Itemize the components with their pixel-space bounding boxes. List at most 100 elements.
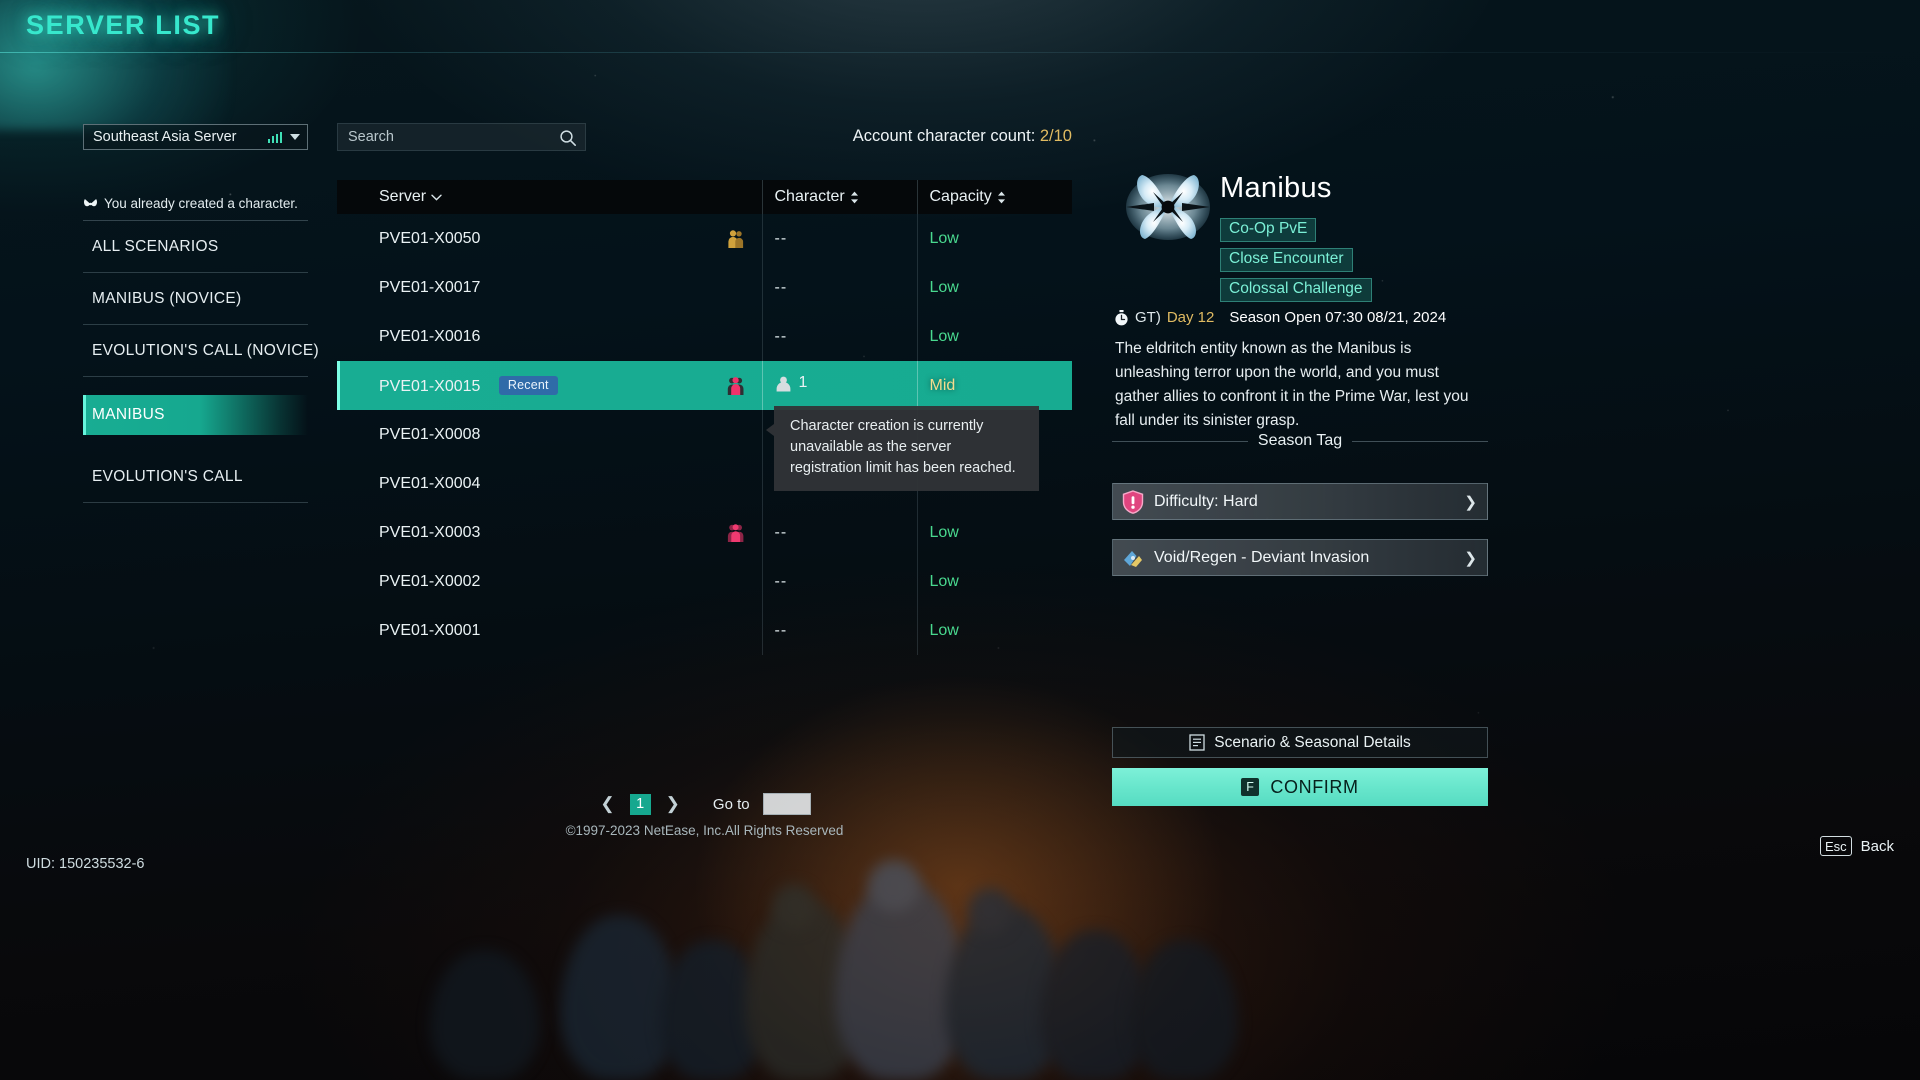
table-row[interactable]: PVE01-X0017 -- Low xyxy=(337,263,1072,312)
cell-character: 1 xyxy=(761,361,917,410)
table-row[interactable]: PVE01-X0002 -- Low xyxy=(337,557,1072,606)
butterfly-icon xyxy=(83,198,98,206)
cell-character: -- xyxy=(761,263,917,312)
sidebar-item-evolutions-call[interactable]: EVOLUTION'S CALL xyxy=(83,451,308,503)
server-name: PVE01-X0001 xyxy=(379,621,481,639)
scenario-tags: Co-Op PvE Close Encounter Colossal Chall… xyxy=(1220,218,1372,302)
server-name: PVE01-X0016 xyxy=(379,327,481,345)
capacity-value: Low xyxy=(929,327,959,345)
search-placeholder: Search xyxy=(348,129,394,145)
column-label: Character xyxy=(774,188,845,205)
void-regen-label: Void/Regen - Deviant Invasion xyxy=(1154,548,1370,566)
capacity-value: Mid xyxy=(929,376,956,394)
goto-input[interactable] xyxy=(762,793,811,815)
search-input[interactable]: Search xyxy=(337,123,586,151)
people-pink-icon xyxy=(727,376,743,395)
pagination: ❮ 1 ❯ Go to xyxy=(337,793,1072,815)
table-row[interactable]: PVE01-X0050 -- Low xyxy=(337,214,1072,263)
sidebar-item-evolutions-call-novice[interactable]: EVOLUTION'S CALL (NOVICE) xyxy=(83,325,319,377)
cell-capacity: Mid xyxy=(916,361,1072,410)
person-icon xyxy=(776,376,790,392)
sort-updown-icon xyxy=(850,191,858,203)
key-f: F xyxy=(1241,778,1260,796)
cell-character: -- xyxy=(761,214,917,263)
season-tag-label: Season Tag xyxy=(1257,432,1343,449)
region-select-label: Southeast Asia Server xyxy=(93,129,237,145)
cell-character: -- xyxy=(761,557,917,606)
difficulty-button[interactable]: Difficulty: Hard ❯ xyxy=(1112,483,1488,520)
character-creation-tooltip: Character creation is currently unavaila… xyxy=(766,406,1039,491)
cell-server: PVE01-X0002 xyxy=(337,557,762,606)
already-created-text: You already created a character. xyxy=(104,196,298,211)
cell-server: PVE01-X0003 xyxy=(337,508,762,557)
sidebar-item-label: MANIBUS xyxy=(92,406,165,423)
server-name: PVE01-X0003 xyxy=(379,523,481,541)
confirm-button[interactable]: F CONFIRM xyxy=(1112,768,1488,806)
season-info: GT) Day 12 Season Open 07:30 08/21, 2024 xyxy=(1114,309,1446,326)
character-value: -- xyxy=(774,523,788,541)
server-table-header: Server Character Capacity xyxy=(337,180,1072,214)
sidebar-item-manibus[interactable]: MANIBUS xyxy=(83,395,308,435)
sidebar-item-label: EVOLUTION'S CALL xyxy=(92,467,243,485)
season-day: Day 12 xyxy=(1166,309,1215,326)
column-header-capacity[interactable]: Capacity xyxy=(916,180,1072,214)
sort-updown-icon xyxy=(997,191,1005,203)
already-created-notice: You already created a character. xyxy=(83,196,308,221)
page-title: SERVER LIST xyxy=(26,10,221,40)
cell-server: PVE01-X0017 xyxy=(337,263,762,312)
cell-capacity: Low xyxy=(916,606,1072,655)
confirm-label: CONFIRM xyxy=(1270,776,1359,797)
cell-server: PVE01-X0016 xyxy=(337,312,762,361)
table-row[interactable]: PVE01-X0016 -- Low xyxy=(337,312,1072,361)
column-label: Server xyxy=(379,188,427,205)
chevron-right-icon[interactable]: ❯ xyxy=(664,794,682,814)
capacity-value: Low xyxy=(929,572,959,590)
recent-badge: Recent xyxy=(498,375,558,395)
signal-bars-icon xyxy=(267,131,282,143)
uid-text: UID: 150235532-6 xyxy=(26,856,145,872)
account-count-label: Account character count: xyxy=(852,127,1040,145)
region-select[interactable]: Southeast Asia Server xyxy=(83,124,308,150)
table-row[interactable]: PVE01-X0003 -- Low xyxy=(337,508,1072,557)
column-header-character[interactable]: Character xyxy=(761,180,917,214)
character-value: -- xyxy=(774,621,788,639)
campfire-crowd-backdrop xyxy=(0,720,1920,1080)
page-number[interactable]: 1 xyxy=(629,793,651,815)
cell-server: PVE01-X0050 xyxy=(337,214,762,263)
cell-server: PVE01-X0015 Recent xyxy=(337,361,762,410)
sidebar-item-all-scenarios[interactable]: ALL SCENARIOS xyxy=(83,221,308,273)
cell-capacity: Low xyxy=(916,263,1072,312)
cell-character: -- xyxy=(761,508,917,557)
capacity-value: Low xyxy=(929,621,959,639)
account-character-count: Account character count: 2/10 xyxy=(853,127,1072,146)
cell-capacity: Low xyxy=(916,214,1072,263)
chevron-down-icon xyxy=(431,194,442,201)
sidebar-item-label: MANIBUS (NOVICE) xyxy=(92,289,242,307)
void-regen-button[interactable]: Void/Regen - Deviant Invasion ❯ xyxy=(1112,539,1488,576)
column-header-server[interactable]: Server xyxy=(337,180,762,214)
back-control[interactable]: Esc Back xyxy=(1819,836,1894,856)
tag-coop-pve: Co-Op PvE xyxy=(1220,218,1317,242)
divider-left xyxy=(1112,440,1248,442)
account-count-value: 2/10 xyxy=(1039,127,1072,145)
shield-alert-icon xyxy=(1122,489,1144,514)
search-icon[interactable] xyxy=(559,129,577,147)
chevron-down-icon xyxy=(290,134,300,140)
table-row[interactable]: PVE01-X0001 -- Low xyxy=(337,606,1072,655)
server-name: PVE01-X0050 xyxy=(379,229,481,247)
column-label: Capacity xyxy=(929,188,992,205)
server-name: PVE01-X0015 xyxy=(379,377,481,395)
sidebar-item-manibus-novice[interactable]: MANIBUS (NOVICE) xyxy=(83,273,308,325)
scenario-details-button[interactable]: Scenario & Seasonal Details xyxy=(1112,727,1488,758)
scenario-description: The eldritch entity known as the Manibus… xyxy=(1115,340,1469,429)
scenario-nav-list: ALL SCENARIOS MANIBUS (NOVICE) EVOLUTION… xyxy=(83,221,319,503)
character-value: -- xyxy=(774,229,788,247)
table-row-selected[interactable]: PVE01-X0015 Recent 1 Mid xyxy=(337,361,1072,410)
server-name: PVE01-X0004 xyxy=(379,474,481,492)
chevron-right-icon: ❯ xyxy=(1464,493,1477,511)
copyright-text: ©1997-2023 NetEase, Inc.All Rights Reser… xyxy=(565,823,844,838)
chevron-left-icon[interactable]: ❮ xyxy=(598,794,616,814)
character-value: 1 xyxy=(798,374,808,392)
character-value: -- xyxy=(774,572,788,590)
cell-server: PVE01-X0004 xyxy=(337,459,762,508)
